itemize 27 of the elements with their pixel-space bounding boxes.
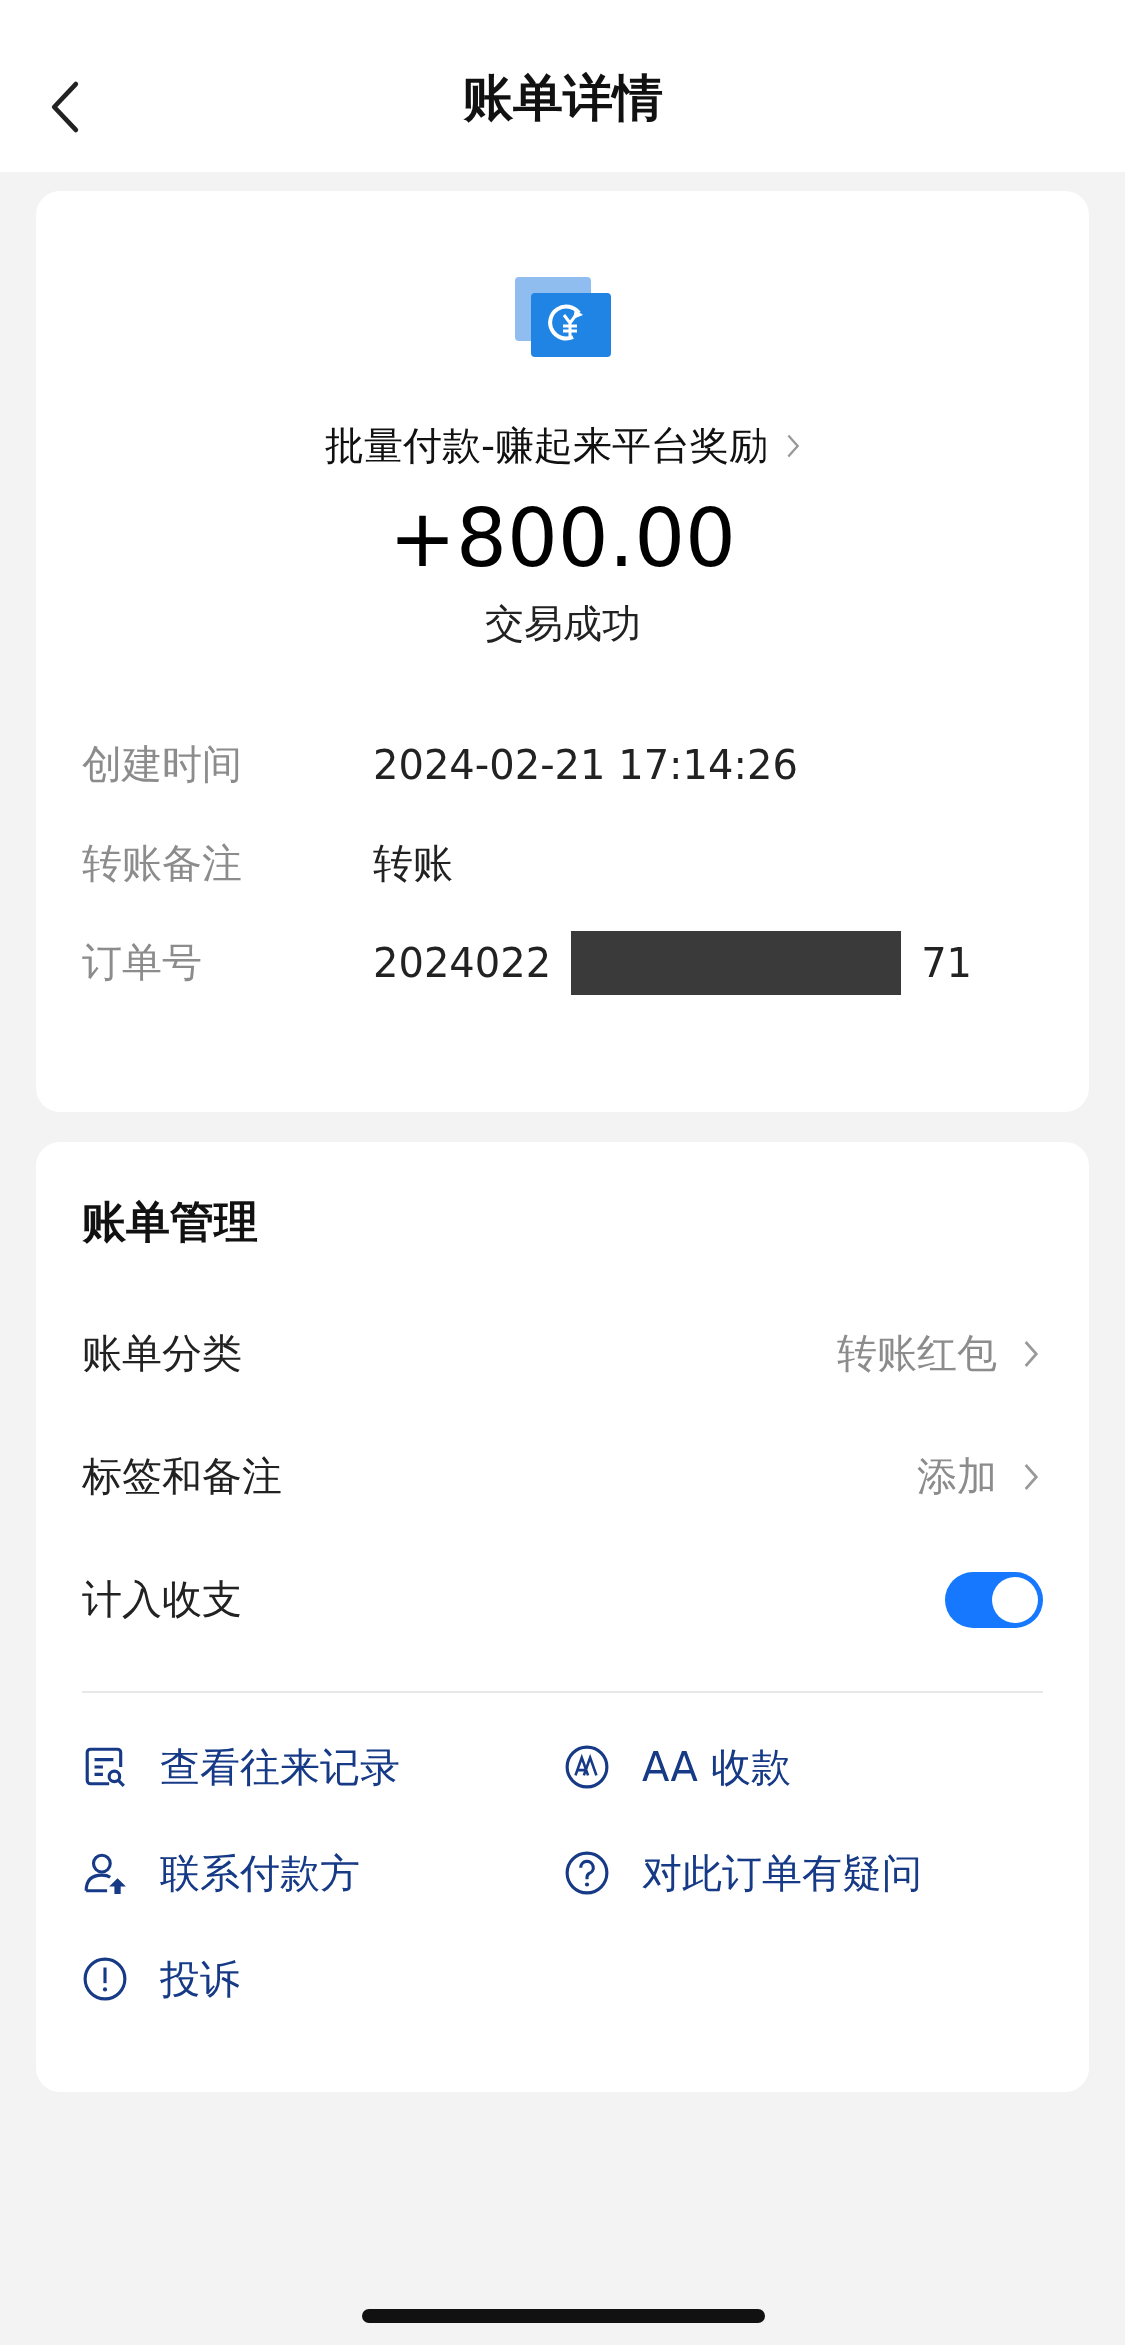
action-link[interactable]: 联系付款方 xyxy=(160,1845,360,1901)
detail-value: 2024-02-21 17:14:26 xyxy=(373,741,798,788)
action-link[interactable]: AA 收款 xyxy=(642,1739,791,1795)
detail-label: 创建时间 xyxy=(82,740,243,789)
transfer-icon xyxy=(512,275,613,359)
action-link[interactable]: 投诉 xyxy=(160,1951,240,2007)
transaction-status: 交易成功 xyxy=(484,600,641,648)
payer-link[interactable]: 批量付款-赚起来平台奖励 xyxy=(324,419,801,473)
action-link[interactable]: 对此订单有疑问 xyxy=(642,1845,922,1901)
detail-value: 转账 xyxy=(373,839,453,888)
alert-icon xyxy=(82,1956,128,2002)
help-icon xyxy=(564,1850,610,1896)
detail-label: 订单号 xyxy=(82,938,203,987)
aa-icon xyxy=(564,1744,610,1790)
setting-label: 标签和备注 xyxy=(82,1452,282,1501)
detail-value: 71 xyxy=(921,939,973,986)
setting-label: 账单分类 xyxy=(82,1329,242,1378)
amount: +800.00 xyxy=(389,495,736,583)
chevron-icon xyxy=(1023,1338,1039,1369)
detail-value: 2024022 xyxy=(373,939,552,986)
chevron-icon xyxy=(1023,1461,1039,1492)
chevron-icon xyxy=(786,433,801,459)
section-title: 账单管理 xyxy=(82,1195,259,1249)
setting-label: 计入收支 xyxy=(82,1575,242,1624)
detail-label: 转账备注 xyxy=(82,839,243,888)
action-link[interactable]: 查看往来记录 xyxy=(160,1739,400,1795)
page-title: 账单详情 xyxy=(462,68,663,129)
